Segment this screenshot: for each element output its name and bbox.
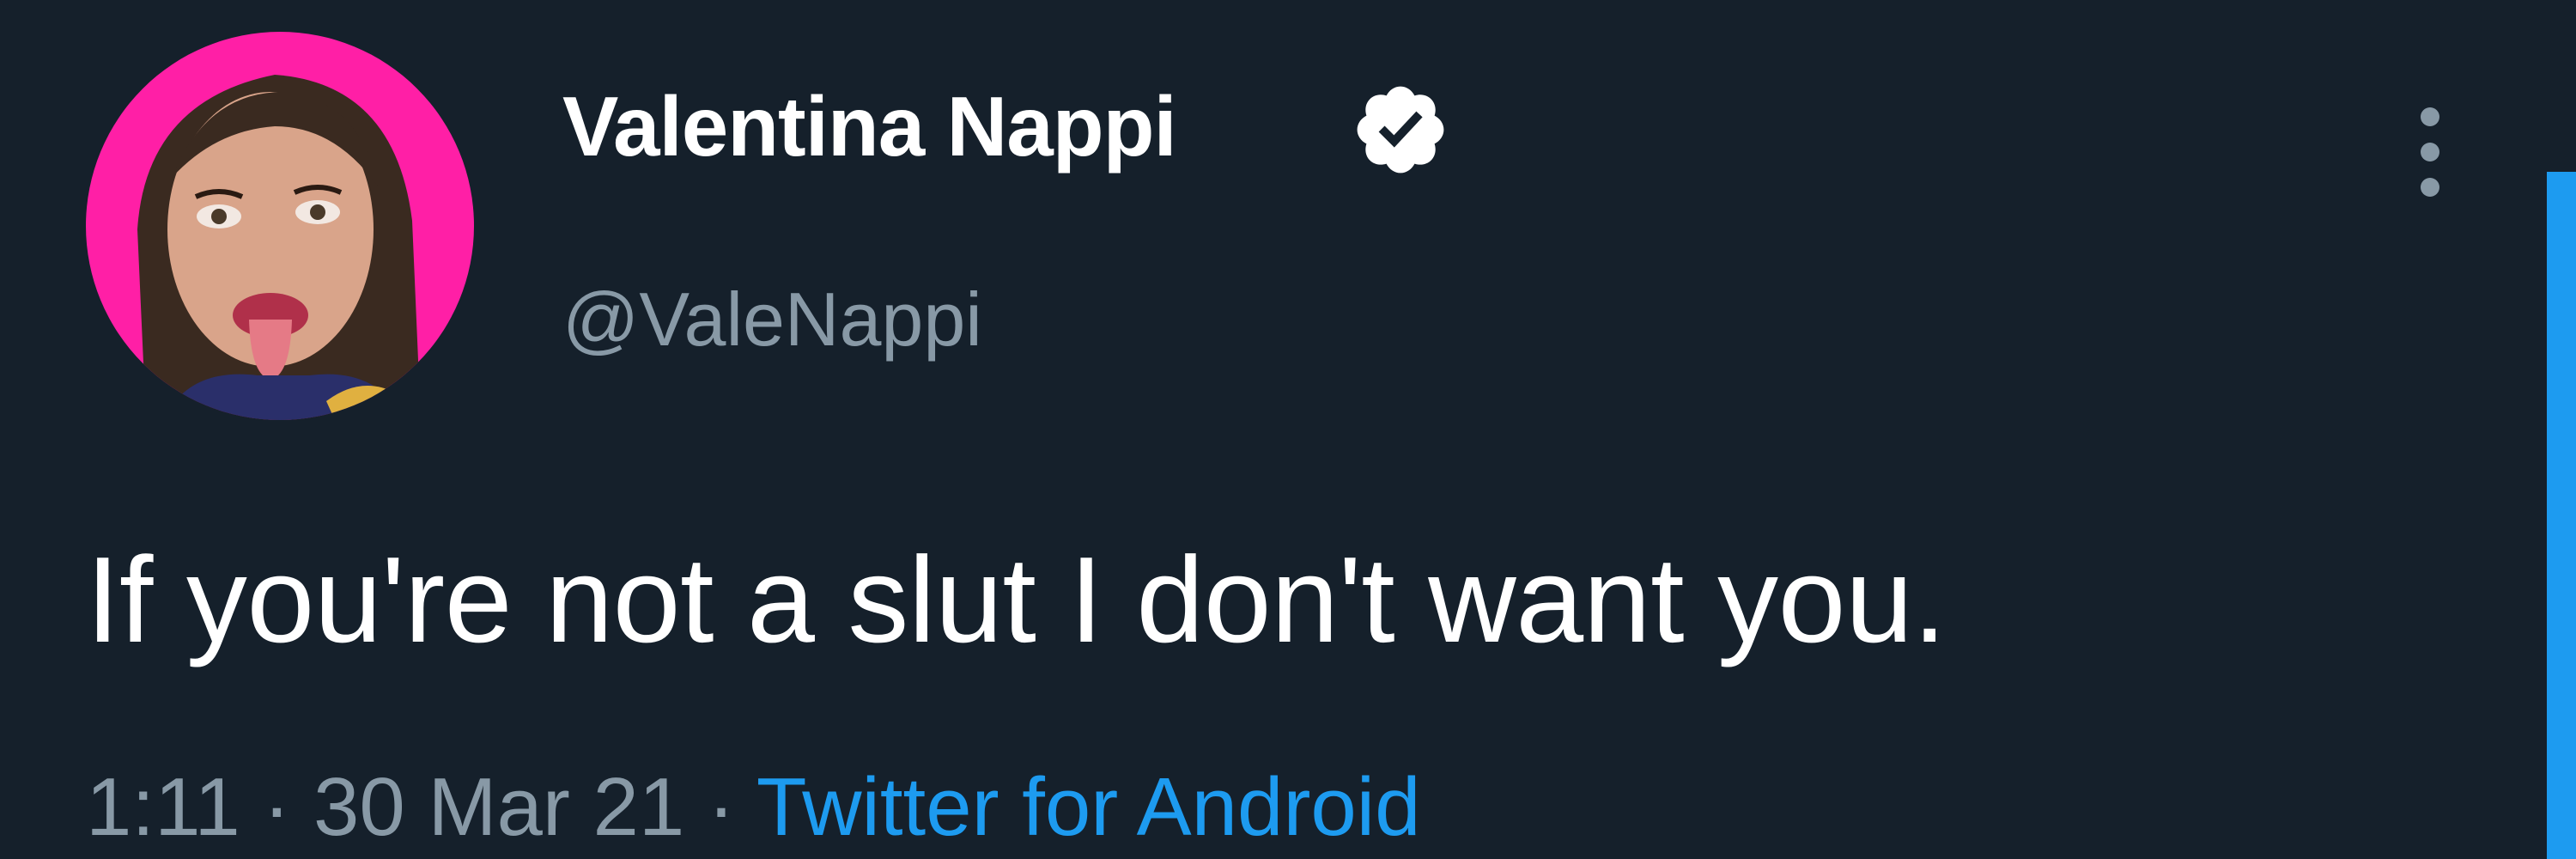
avatar-image bbox=[86, 32, 474, 420]
tweet-date[interactable]: 30 Mar 21 bbox=[313, 761, 684, 853]
tweet-text: If you're not a slut I don't want you. bbox=[86, 532, 1947, 668]
tweet-time[interactable]: 1:11 bbox=[86, 761, 240, 853]
author-handle[interactable]: @ValeNappi bbox=[562, 282, 982, 357]
meta-separator: · bbox=[240, 761, 314, 853]
tweet-source-link[interactable]: Twitter for Android bbox=[756, 761, 1421, 853]
more-options-icon bbox=[2421, 107, 2439, 197]
tweet-metadata: 1:11 · 30 Mar 21 · Twitter for Android bbox=[86, 766, 1421, 849]
verified-badge-icon bbox=[1350, 79, 1451, 180]
author-display-name[interactable]: Valentina Nappi bbox=[562, 84, 1177, 168]
tweet-card: Valentina Nappi @ValeNappi If you're not… bbox=[0, 0, 2576, 859]
avatar[interactable] bbox=[86, 32, 474, 420]
scrollbar[interactable] bbox=[2547, 172, 2576, 859]
more-options-button[interactable] bbox=[2387, 96, 2473, 208]
meta-separator: · bbox=[684, 761, 756, 853]
